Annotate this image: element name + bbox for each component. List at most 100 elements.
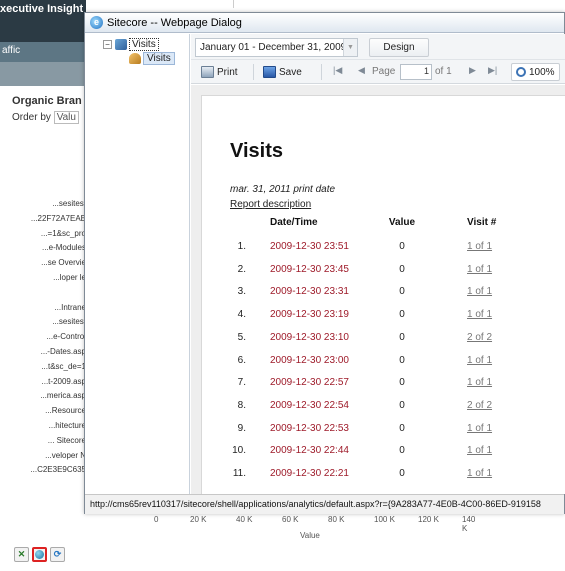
row-value: 0 [399, 354, 405, 366]
report-toolbar-top: January 01 - December 31, 2009 ▼ Design [191, 34, 565, 60]
dialog-title: Sitecore -- Webpage Dialog [107, 17, 242, 29]
row-visit-link[interactable]: 1 of 1 [467, 286, 492, 297]
background-list-item[interactable]: ...veloper N [0, 451, 86, 466]
page-number-input[interactable]: 1 [400, 64, 432, 80]
globe-icon[interactable] [32, 547, 47, 562]
page-count: of 1 [435, 66, 452, 77]
next-page-icon[interactable]: ▶ [469, 65, 476, 76]
row-datetime: 2009-12-30 22:21 [270, 468, 349, 479]
background-list-item[interactable]: ...merica.asp [0, 391, 86, 406]
row-visit-link[interactable]: 1 of 1 [467, 241, 492, 252]
previous-page-icon[interactable]: ◀ [358, 65, 365, 76]
axis-tick-label: 140 K [462, 515, 476, 533]
print-button[interactable]: Print [201, 63, 238, 81]
ie-icon: e [90, 16, 103, 29]
row-visit-link[interactable]: 1 of 1 [467, 445, 492, 456]
row-visit-link[interactable]: 1 of 1 [467, 309, 492, 320]
table-row: 7. 2009-12-30 22:57 0 1 of 1 [202, 377, 565, 395]
table-row: 1. 2009-12-30 23:51 0 1 of 1 [202, 241, 565, 259]
column-header-visit: Visit # [467, 217, 497, 228]
row-value: 0 [399, 286, 405, 298]
excel-icon[interactable]: ✕ [14, 547, 29, 562]
row-value: 0 [399, 331, 405, 343]
axis-tick-label: 100 K [374, 515, 395, 524]
background-list-item[interactable]: ...e-Modules [0, 243, 86, 258]
tree-item-root[interactable]: − Visits [103, 38, 159, 51]
background-list-item[interactable]: ...Resource [0, 406, 86, 421]
background-list-item[interactable]: ...hitecture [0, 421, 86, 436]
row-number: 11. [232, 468, 246, 479]
tree-item-child[interactable]: Visits [129, 52, 175, 65]
report-toolbar-nav: Print Save |◀ ◀ Page 1 of 1 ▶ ▶| 100% [191, 60, 565, 84]
row-datetime: 2009-12-30 23:10 [270, 331, 349, 343]
row-visit-link[interactable]: 2 of 2 [467, 400, 492, 411]
background-list-item[interactable]: ...sesitest [0, 199, 86, 214]
background-grey-band [0, 62, 86, 86]
row-number: 1. [237, 241, 246, 252]
dialog-titlebar[interactable]: e Sitecore -- Webpage Dialog [85, 13, 564, 33]
toolbar-separator [253, 64, 254, 80]
table-row: 2. 2009-12-30 23:45 0 1 of 1 [202, 264, 565, 282]
report-icon [129, 53, 141, 64]
row-number: 8. [237, 399, 246, 411]
axis-tick-label: 120 K [418, 515, 439, 524]
order-by-select[interactable]: Valu [53, 111, 79, 124]
table-row: 9. 2009-12-30 22:53 0 1 of 1 [202, 423, 565, 441]
background-list-item[interactable]: ...e-Control [0, 332, 86, 347]
background-list-item[interactable]: ...=1&sc_pro [0, 229, 86, 244]
design-button[interactable]: Design [369, 38, 429, 57]
background-list-item[interactable]: ...t&sc_de=1 [0, 362, 86, 377]
chevron-down-icon[interactable]: ▼ [343, 39, 357, 56]
background-list-item[interactable]: ...-Dates.asp [0, 347, 86, 362]
date-range-select[interactable]: January 01 - December 31, 2009 ▼ [195, 38, 358, 57]
background-chart-axis: 0 20 K 40 K 60 K 80 K 100 K 120 K 140 K [148, 515, 478, 533]
refresh-icon[interactable]: ⟳ [50, 547, 65, 562]
row-visit-link[interactable]: 1 of 1 [467, 423, 492, 434]
zoom-button[interactable]: 100% [511, 63, 560, 81]
print-label: Print [217, 66, 238, 78]
background-list-item[interactable]: ...22F72A7EAE [0, 214, 86, 229]
report-viewer[interactable]: Visits mar. 31, 2011 print date Report d… [191, 85, 565, 494]
background-list-item[interactable]: ...Intrane [0, 303, 86, 318]
date-range-value: January 01 - December 31, 2009 [200, 42, 347, 53]
background-list-item[interactable]: ...sesitest [0, 317, 86, 332]
background-section-heading: Organic Bran [12, 95, 82, 107]
row-number: 10. [232, 445, 246, 457]
background-list-item[interactable]: ...C2E3E9C635 [0, 465, 86, 480]
row-visit-link[interactable]: 1 of 1 [467, 355, 492, 366]
status-bar-url: http://cms65rev110317/sitecore/shell/app… [85, 494, 564, 514]
background-traffic-tab[interactable]: affic [0, 42, 86, 62]
order-by-label: Order by [12, 112, 51, 123]
background-list-item[interactable]: ... Sitecore [0, 436, 86, 451]
floppy-disk-icon [263, 66, 276, 78]
toolbar-separator [321, 64, 322, 80]
row-datetime: 2009-12-30 23:31 [270, 286, 349, 298]
collapse-icon[interactable]: − [103, 40, 112, 49]
table-row: 5. 2009-12-30 23:10 0 2 of 2 [202, 332, 565, 350]
row-visit-link[interactable]: 1 of 1 [467, 264, 492, 275]
row-value: 0 [399, 263, 405, 275]
row-visit-link[interactable]: 1 of 1 [467, 468, 492, 479]
row-value: 0 [399, 309, 405, 321]
save-button[interactable]: Save [263, 63, 302, 81]
first-page-icon[interactable]: |◀ [333, 65, 342, 76]
background-list-item[interactable]: ...t-2009.asp [0, 377, 86, 392]
row-value: 0 [399, 422, 405, 434]
report-description-link[interactable]: Report description [230, 199, 311, 210]
background-list-item[interactable]: ...loper le [0, 273, 86, 288]
table-row: 4. 2009-12-30 23:19 0 1 of 1 [202, 309, 565, 327]
row-datetime: 2009-12-30 22:54 [270, 399, 349, 411]
last-page-icon[interactable]: ▶| [488, 65, 497, 76]
background-list-item[interactable] [0, 288, 86, 303]
tree-pane: − Visits Visits [85, 34, 190, 494]
row-number: 5. [237, 331, 246, 343]
page-label: Page [372, 66, 396, 77]
row-visit-link[interactable]: 2 of 2 [467, 332, 492, 343]
row-visit-link[interactable]: 1 of 1 [467, 377, 492, 388]
column-header-value: Value [388, 217, 416, 228]
row-datetime: 2009-12-30 22:44 [270, 445, 349, 457]
column-header-datetime: Date/Time [270, 217, 318, 228]
background-list-item[interactable]: ...se Overvie [0, 258, 86, 273]
axis-tick-label: 20 K [190, 515, 207, 524]
report-title: Visits [230, 140, 283, 162]
